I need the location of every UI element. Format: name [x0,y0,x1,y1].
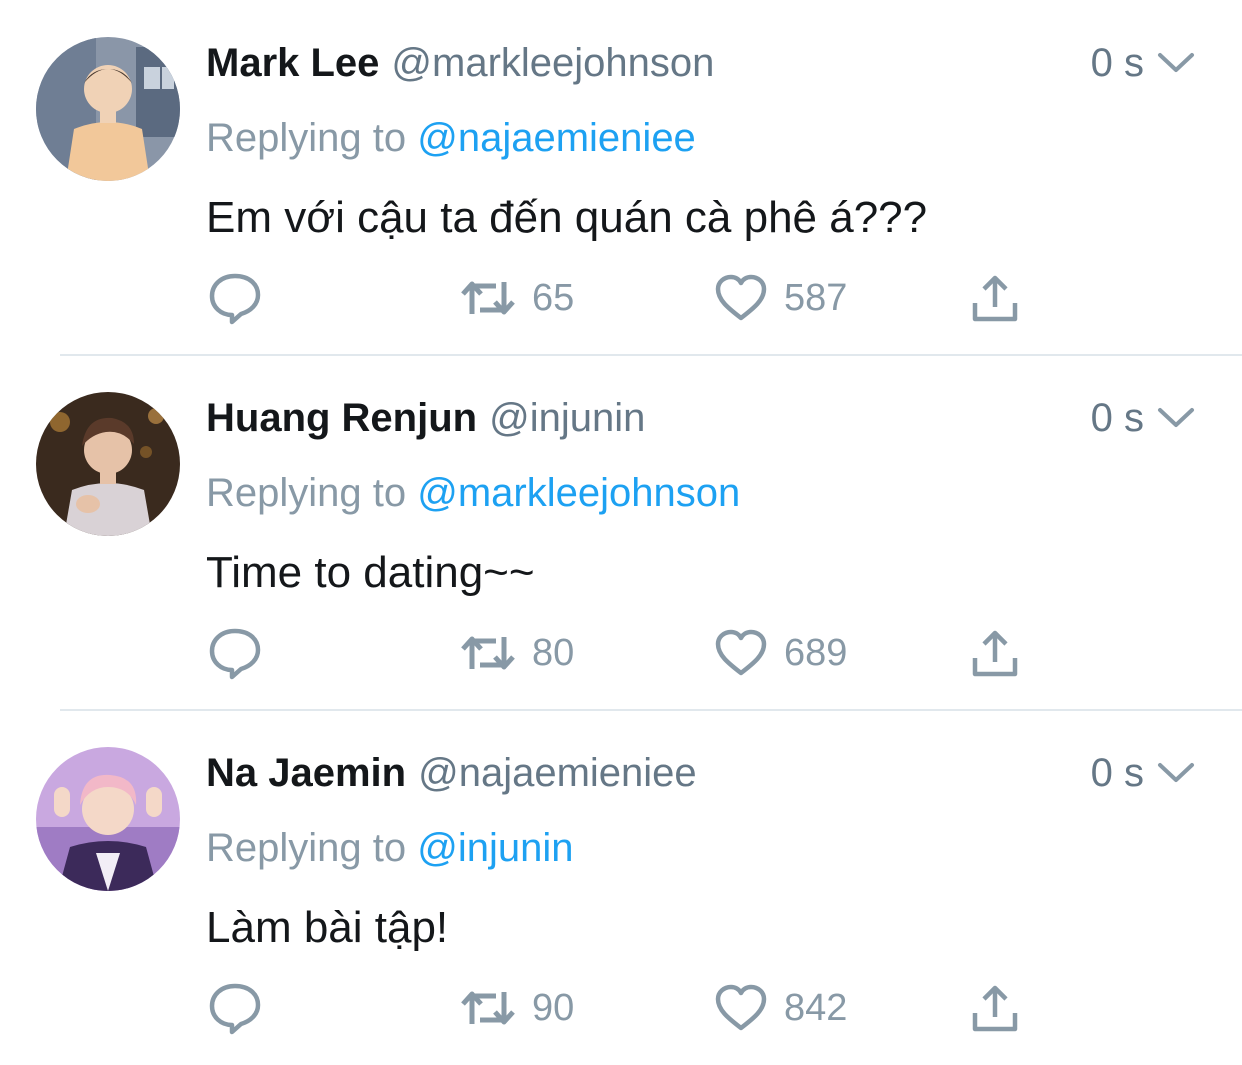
retweet-button[interactable]: 80 [460,625,574,681]
author-name[interactable]: Huang Renjun [206,396,477,440]
reply-icon [209,983,261,1035]
chevron-down-icon[interactable] [1156,760,1196,786]
timestamp: 0 s [1090,751,1144,795]
like-button[interactable]: 842 [714,980,847,1036]
tweet-item[interactable]: Huang Renjun @injunin 0 s Replying to @ma… [0,355,1242,711]
heart-icon [715,274,767,321]
like-button[interactable]: 689 [714,625,847,681]
retweet-button[interactable]: 65 [460,270,574,326]
chevron-down-icon[interactable] [1156,50,1196,76]
replying-label: Replying to [206,116,407,160]
avatar[interactable] [36,747,180,891]
replying-label: Replying to [206,826,407,870]
chevron-down-icon[interactable] [1156,405,1196,431]
author-name[interactable]: Mark Lee [206,41,379,85]
retweet-icon [461,281,515,315]
reply-icon [209,273,261,325]
replying-to: Replying to @injunin [206,823,574,873]
heart-icon [715,629,767,676]
share-icon [972,630,1018,677]
retweet-count: 90 [532,987,575,1029]
tweet-item[interactable]: Na Jaemin @najaemieniee 0 s Replying to @… [0,710,1242,1065]
retweet-count: 65 [532,277,575,319]
tweet-text: Làm bài tập! [206,903,449,952]
like-button[interactable]: 587 [714,270,847,326]
avatar[interactable] [36,37,180,181]
like-count: 689 [784,632,848,674]
like-count: 842 [784,987,848,1029]
share-button[interactable] [970,270,1020,326]
timestamp: 0 s [1090,396,1144,440]
replying-to: Replying to @markleejohnson [206,468,740,518]
mention-link[interactable]: @najaemieniee [417,116,696,160]
reply-button[interactable] [208,625,262,681]
retweet-icon [461,636,515,670]
replying-to: Replying to @najaemieniee [206,113,696,163]
author-handle[interactable]: @injunin [489,396,645,440]
reply-icon [209,628,261,680]
retweet-count: 80 [532,632,575,674]
author-handle[interactable]: @markleejohnson [391,41,714,85]
mention-link[interactable]: @markleejohnson [417,471,740,515]
tweet-item[interactable]: Mark Lee @markleejohnson 0 s Replying to … [0,0,1242,356]
retweet-button[interactable]: 90 [460,980,574,1036]
avatar[interactable] [36,392,180,536]
like-count: 587 [784,277,848,319]
reply-button[interactable] [208,980,262,1036]
replying-label: Replying to [206,471,407,515]
timestamp: 0 s [1090,41,1144,85]
mention-link[interactable]: @injunin [417,826,573,870]
tweet-text: Em với cậu ta đến quán cà phê á??? [206,193,928,242]
author-handle[interactable]: @najaemieniee [418,751,697,795]
retweet-icon [461,991,515,1025]
tweet-text: Time to dating~~ [206,548,535,597]
share-button[interactable] [970,625,1020,681]
author-name[interactable]: Na Jaemin [206,751,406,795]
share-button[interactable] [970,980,1020,1036]
share-icon [972,985,1018,1032]
reply-button[interactable] [208,270,262,326]
share-icon [972,275,1018,322]
heart-icon [715,984,767,1031]
